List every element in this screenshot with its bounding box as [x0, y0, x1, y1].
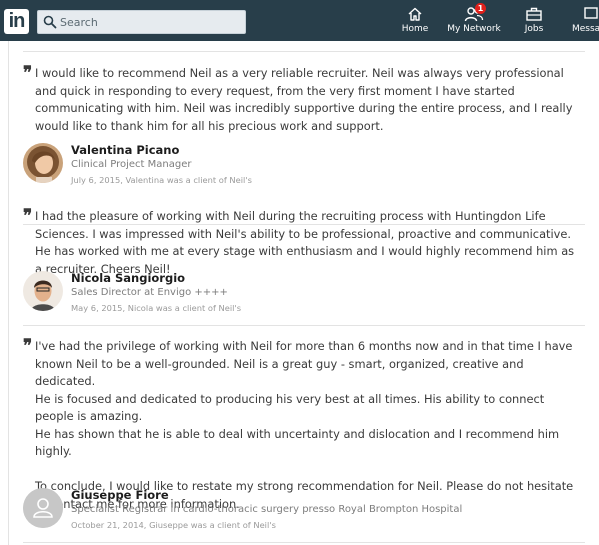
- home-icon: [408, 7, 422, 21]
- avatar-photo-icon: [23, 143, 63, 183]
- recommendation-text: I've had the privilege of working with N…: [35, 339, 574, 511]
- recommendation-item: ❞ I've had the privilege of working with…: [23, 338, 585, 542]
- recommender-name[interactable]: Nicola Sangiorgio: [71, 271, 185, 285]
- recommendation-date: May 6, 2015, Nicola was a client of Neil…: [71, 303, 242, 313]
- recommendation-text: I would like to recommend Neil as a very…: [35, 66, 573, 133]
- recommender-title: Specialist Registrar in cardio-thoracic …: [71, 504, 463, 515]
- recommender-title: Sales Director at Envigo ++++: [71, 287, 228, 298]
- recommendations-panel: ❞ I would like to recommend Neil as a ve…: [8, 41, 585, 545]
- quote-icon: ❞: [23, 63, 33, 83]
- linkedin-logo[interactable]: in: [4, 9, 29, 34]
- top-nav: in Home 1 My Network Jobs: [0, 0, 599, 41]
- nav-home[interactable]: Home: [400, 6, 430, 40]
- recommendation-date: October 21, 2014, Giuseppe was a client …: [71, 520, 276, 530]
- nav-home-label: Home: [401, 24, 429, 34]
- default-avatar-icon: [23, 488, 63, 528]
- nav-messaging[interactable]: Messa: [569, 6, 599, 40]
- avatar[interactable]: [23, 143, 63, 183]
- recommender-title: Clinical Project Manager: [71, 159, 192, 170]
- quote-icon: ❞: [23, 336, 33, 356]
- briefcase-icon: [526, 7, 542, 21]
- nav-my-network[interactable]: 1 My Network: [447, 3, 501, 40]
- quote-icon: ❞: [23, 206, 33, 226]
- recommendation-item: ❞ I had the pleasure of working with Nei…: [23, 208, 585, 326]
- nav-my-network-label: My Network: [447, 24, 501, 34]
- search-icon: [43, 15, 57, 29]
- divider: [23, 325, 585, 326]
- notification-badge: 1: [475, 3, 486, 14]
- search-box[interactable]: [37, 10, 246, 34]
- nav-messaging-label: Messa: [572, 24, 599, 34]
- avatar[interactable]: [23, 271, 63, 311]
- recommendation-text: I had the pleasure of working with Neil …: [35, 209, 575, 276]
- search-input[interactable]: [60, 14, 240, 30]
- divider: [23, 542, 585, 543]
- messaging-icon: [584, 7, 598, 19]
- recommender-name[interactable]: Giuseppe Fiore: [71, 488, 169, 502]
- nav-jobs-label: Jobs: [524, 24, 544, 34]
- avatar[interactable]: [23, 488, 63, 528]
- recommendation-date: July 6, 2015, Valentina was a client of …: [71, 175, 252, 185]
- recommendation-item: ❞ I would like to recommend Neil as a ve…: [23, 65, 585, 225]
- divider: [23, 51, 585, 52]
- avatar-photo-icon: [23, 271, 63, 311]
- nav-jobs[interactable]: Jobs: [520, 6, 548, 40]
- recommender-name[interactable]: Valentina Picano: [71, 143, 179, 157]
